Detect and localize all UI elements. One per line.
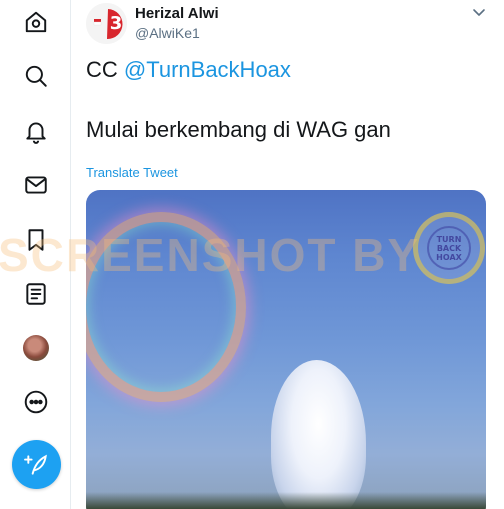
seal-text-3: HOAX <box>436 252 462 262</box>
home-icon[interactable] <box>22 8 50 36</box>
turnbackhoax-seal-logo: TURN BACK HOAX <box>413 212 485 284</box>
profile-avatar[interactable] <box>23 335 49 361</box>
search-icon[interactable] <box>22 62 50 90</box>
tweet-detail: 3 Herizal Alwi @AlwiKe1 CC @TurnBackHoax… <box>71 0 504 509</box>
bell-icon[interactable] <box>22 117 50 145</box>
tweet-text-line-2: Mulai berkembang di WAG gan <box>86 117 391 142</box>
avatar-badge-number: 3 <box>110 13 123 34</box>
chevron-down-icon[interactable] <box>471 4 487 20</box>
sidebar-nav <box>0 0 71 509</box>
tweet-media-image[interactable]: TURN BACK HOAX <box>86 190 486 509</box>
mention-link[interactable]: @TurnBackHoax <box>124 57 291 82</box>
feather-plus-icon <box>23 454 47 475</box>
author-name[interactable]: Herizal Alwi <box>135 5 219 22</box>
seal-text-2: BACK <box>436 243 462 253</box>
more-icon[interactable] <box>22 388 50 416</box>
seal-text-1: TURN <box>436 234 462 244</box>
translate-tweet-link[interactable]: Translate Tweet <box>86 165 178 180</box>
bookmark-icon[interactable] <box>22 226 50 254</box>
author-handle[interactable]: @AlwiKe1 <box>135 25 200 41</box>
list-icon[interactable] <box>22 280 50 308</box>
tweet-text-prefix: CC <box>86 57 124 82</box>
rainbow-halo <box>86 212 246 402</box>
compose-tweet-button[interactable] <box>12 440 61 489</box>
author-avatar[interactable]: 3 <box>86 3 127 44</box>
ground-treeline <box>86 492 486 509</box>
bright-cloud <box>271 360 366 509</box>
envelope-icon[interactable] <box>22 171 50 199</box>
tweet-text-line-1: CC @TurnBackHoax <box>86 57 291 83</box>
